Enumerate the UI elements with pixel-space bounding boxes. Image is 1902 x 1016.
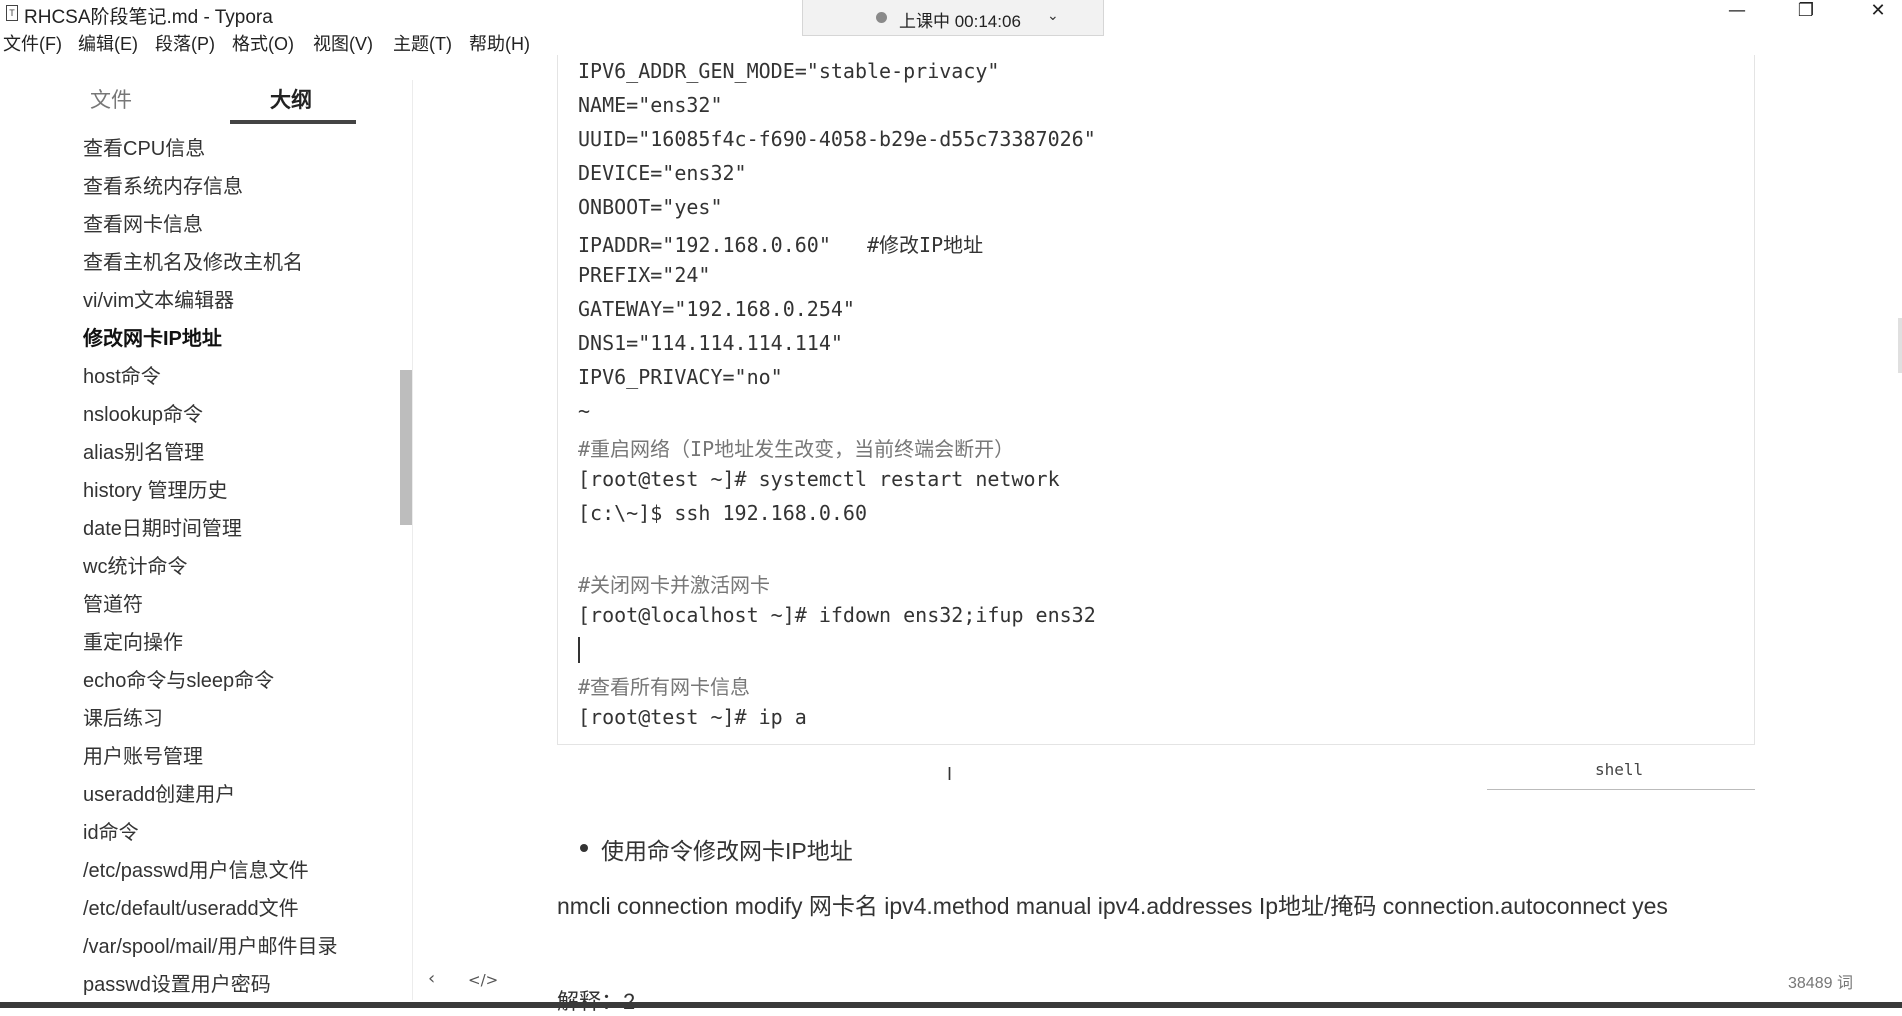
outline-item[interactable]: alias别名管理 bbox=[83, 436, 204, 465]
code-line: IPV6_ADDR_GEN_MODE="stable-privacy" bbox=[578, 59, 1000, 83]
menu-edit[interactable]: 编辑(E) bbox=[78, 30, 138, 56]
outline-item[interactable]: 课后练习 bbox=[83, 702, 163, 731]
code-line: UUID="16085f4c-f690-4058-b29e-d55c733870… bbox=[578, 127, 1096, 151]
bullet-item[interactable]: 使用命令修改网卡IP地址 bbox=[601, 832, 853, 866]
text-cursor-icon: I bbox=[947, 764, 953, 784]
sidebar: 文件 大纲 查看CPU信息 查看系统内存信息 查看网卡信息 查看主机名及修改主机… bbox=[0, 60, 412, 1008]
outline-item-active[interactable]: 修改网卡IP地址 bbox=[83, 322, 222, 351]
outline-item[interactable]: /var/spool/mail/用户邮件目录 bbox=[83, 930, 338, 959]
typora-app-icon: T bbox=[6, 5, 18, 21]
menu-help[interactable]: 帮助(H) bbox=[469, 30, 530, 56]
outline-item[interactable]: 管道符 bbox=[83, 588, 143, 617]
code-comment: #重启网络（IP地址发生改变，当前终端会断开） bbox=[578, 437, 1015, 461]
outline-item[interactable]: 查看网卡信息 bbox=[83, 208, 203, 237]
back-icon[interactable]: ‹ bbox=[428, 968, 435, 989]
outline-item[interactable]: /etc/passwd用户信息文件 bbox=[83, 854, 309, 883]
menu-file[interactable]: 文件(F) bbox=[3, 30, 62, 56]
source-code-icon[interactable]: </> bbox=[468, 971, 498, 989]
taskbar-edge bbox=[0, 1002, 1902, 1008]
text-caret bbox=[578, 637, 580, 663]
outline-item[interactable]: echo命令与sleep命令 bbox=[83, 664, 274, 693]
chevron-down-icon[interactable]: ⌄ bbox=[1047, 7, 1059, 24]
menu-format[interactable]: 格式(O) bbox=[232, 30, 294, 56]
menu-view[interactable]: 视图(V) bbox=[313, 30, 373, 56]
meeting-timer: 上课中 00:14:06 bbox=[899, 12, 1021, 31]
outline-item[interactable]: 查看系统内存信息 bbox=[83, 170, 243, 199]
bullet-icon bbox=[580, 844, 588, 852]
code-line: [root@test ~]# ip a bbox=[578, 705, 807, 729]
outline-item[interactable]: nslookup命令 bbox=[83, 398, 203, 427]
outline-item[interactable]: host命令 bbox=[83, 360, 161, 389]
code-line: ~ bbox=[578, 399, 591, 423]
outline-item[interactable]: passwd设置用户密码 bbox=[83, 968, 271, 997]
code-line: IPADDR="192.168.0.60" #修改IP地址 bbox=[578, 233, 984, 257]
outline-item[interactable]: 查看主机名及修改主机名 bbox=[83, 246, 303, 275]
sidebar-divider bbox=[412, 80, 413, 1000]
outline-item[interactable]: id命令 bbox=[83, 816, 139, 845]
language-input-underline bbox=[1487, 789, 1755, 790]
tab-files[interactable]: 文件 bbox=[90, 84, 132, 114]
code-line: [root@test ~]# systemctl restart network bbox=[578, 467, 1060, 491]
code-line: [root@localhost ~]# ifdown ens32;ifup en… bbox=[578, 603, 1096, 627]
close-button[interactable]: ✕ bbox=[1856, 0, 1900, 24]
next-paragraph[interactable]: 解释：2 bbox=[557, 984, 635, 1016]
code-line: GATEWAY="192.168.0.254" bbox=[578, 297, 855, 321]
code-line: [c:\~]$ ssh 192.168.0.60 bbox=[578, 501, 867, 525]
code-language-label[interactable]: shell bbox=[1595, 760, 1643, 779]
outline-item[interactable]: useradd创建用户 bbox=[83, 778, 235, 807]
code-line: DEVICE="ens32" bbox=[578, 161, 747, 185]
code-line: IPV6_PRIVACY="no" bbox=[578, 365, 783, 389]
recording-dot-icon bbox=[876, 12, 887, 23]
outline-item[interactable]: history 管理历史 bbox=[83, 474, 227, 503]
outline-item[interactable]: 用户账号管理 bbox=[83, 740, 203, 769]
command-paragraph[interactable]: nmcli connection modify 网卡名 ipv4.method … bbox=[557, 887, 1747, 925]
code-block[interactable]: IPV6_ADDR_GEN_MODE="stable-privacy" NAME… bbox=[557, 55, 1755, 745]
code-line: PREFIX="24" bbox=[578, 263, 711, 287]
sidebar-scrollbar-thumb[interactable] bbox=[400, 370, 412, 525]
outline-item[interactable]: vi/vim文本编辑器 bbox=[83, 284, 234, 313]
word-count[interactable]: 38489 词 bbox=[1788, 969, 1853, 993]
outline-item[interactable]: date日期时间管理 bbox=[83, 512, 242, 541]
code-line: DNS1="114.114.114.114" bbox=[578, 331, 843, 355]
outline-item[interactable]: 重定向操作 bbox=[83, 626, 183, 655]
menu-paragraph[interactable]: 段落(P) bbox=[155, 30, 215, 56]
outline-item[interactable]: wc统计命令 bbox=[83, 550, 187, 579]
menu-theme[interactable]: 主题(T) bbox=[393, 30, 452, 56]
meeting-status-pill[interactable]: 上课中 00:14:06 ⌄ bbox=[802, 0, 1104, 36]
code-comment: #关闭网卡并激活网卡 bbox=[578, 573, 771, 597]
active-tab-indicator bbox=[230, 120, 356, 124]
window-title: RHCSA阶段笔记.md - Typora bbox=[24, 7, 273, 28]
code-line: ONBOOT="yes" bbox=[578, 195, 723, 219]
minimize-button[interactable]: — bbox=[1715, 0, 1759, 24]
code-comment: #查看所有网卡信息 bbox=[578, 675, 751, 699]
code-line: NAME="ens32" bbox=[578, 93, 723, 117]
tab-outline[interactable]: 大纲 bbox=[270, 84, 312, 114]
outline-item[interactable]: /etc/default/useradd文件 bbox=[83, 892, 299, 921]
editor-scroll-marker bbox=[1898, 318, 1902, 373]
outline-item[interactable]: 查看CPU信息 bbox=[83, 132, 205, 161]
maximize-button[interactable]: ❐ bbox=[1784, 0, 1828, 24]
